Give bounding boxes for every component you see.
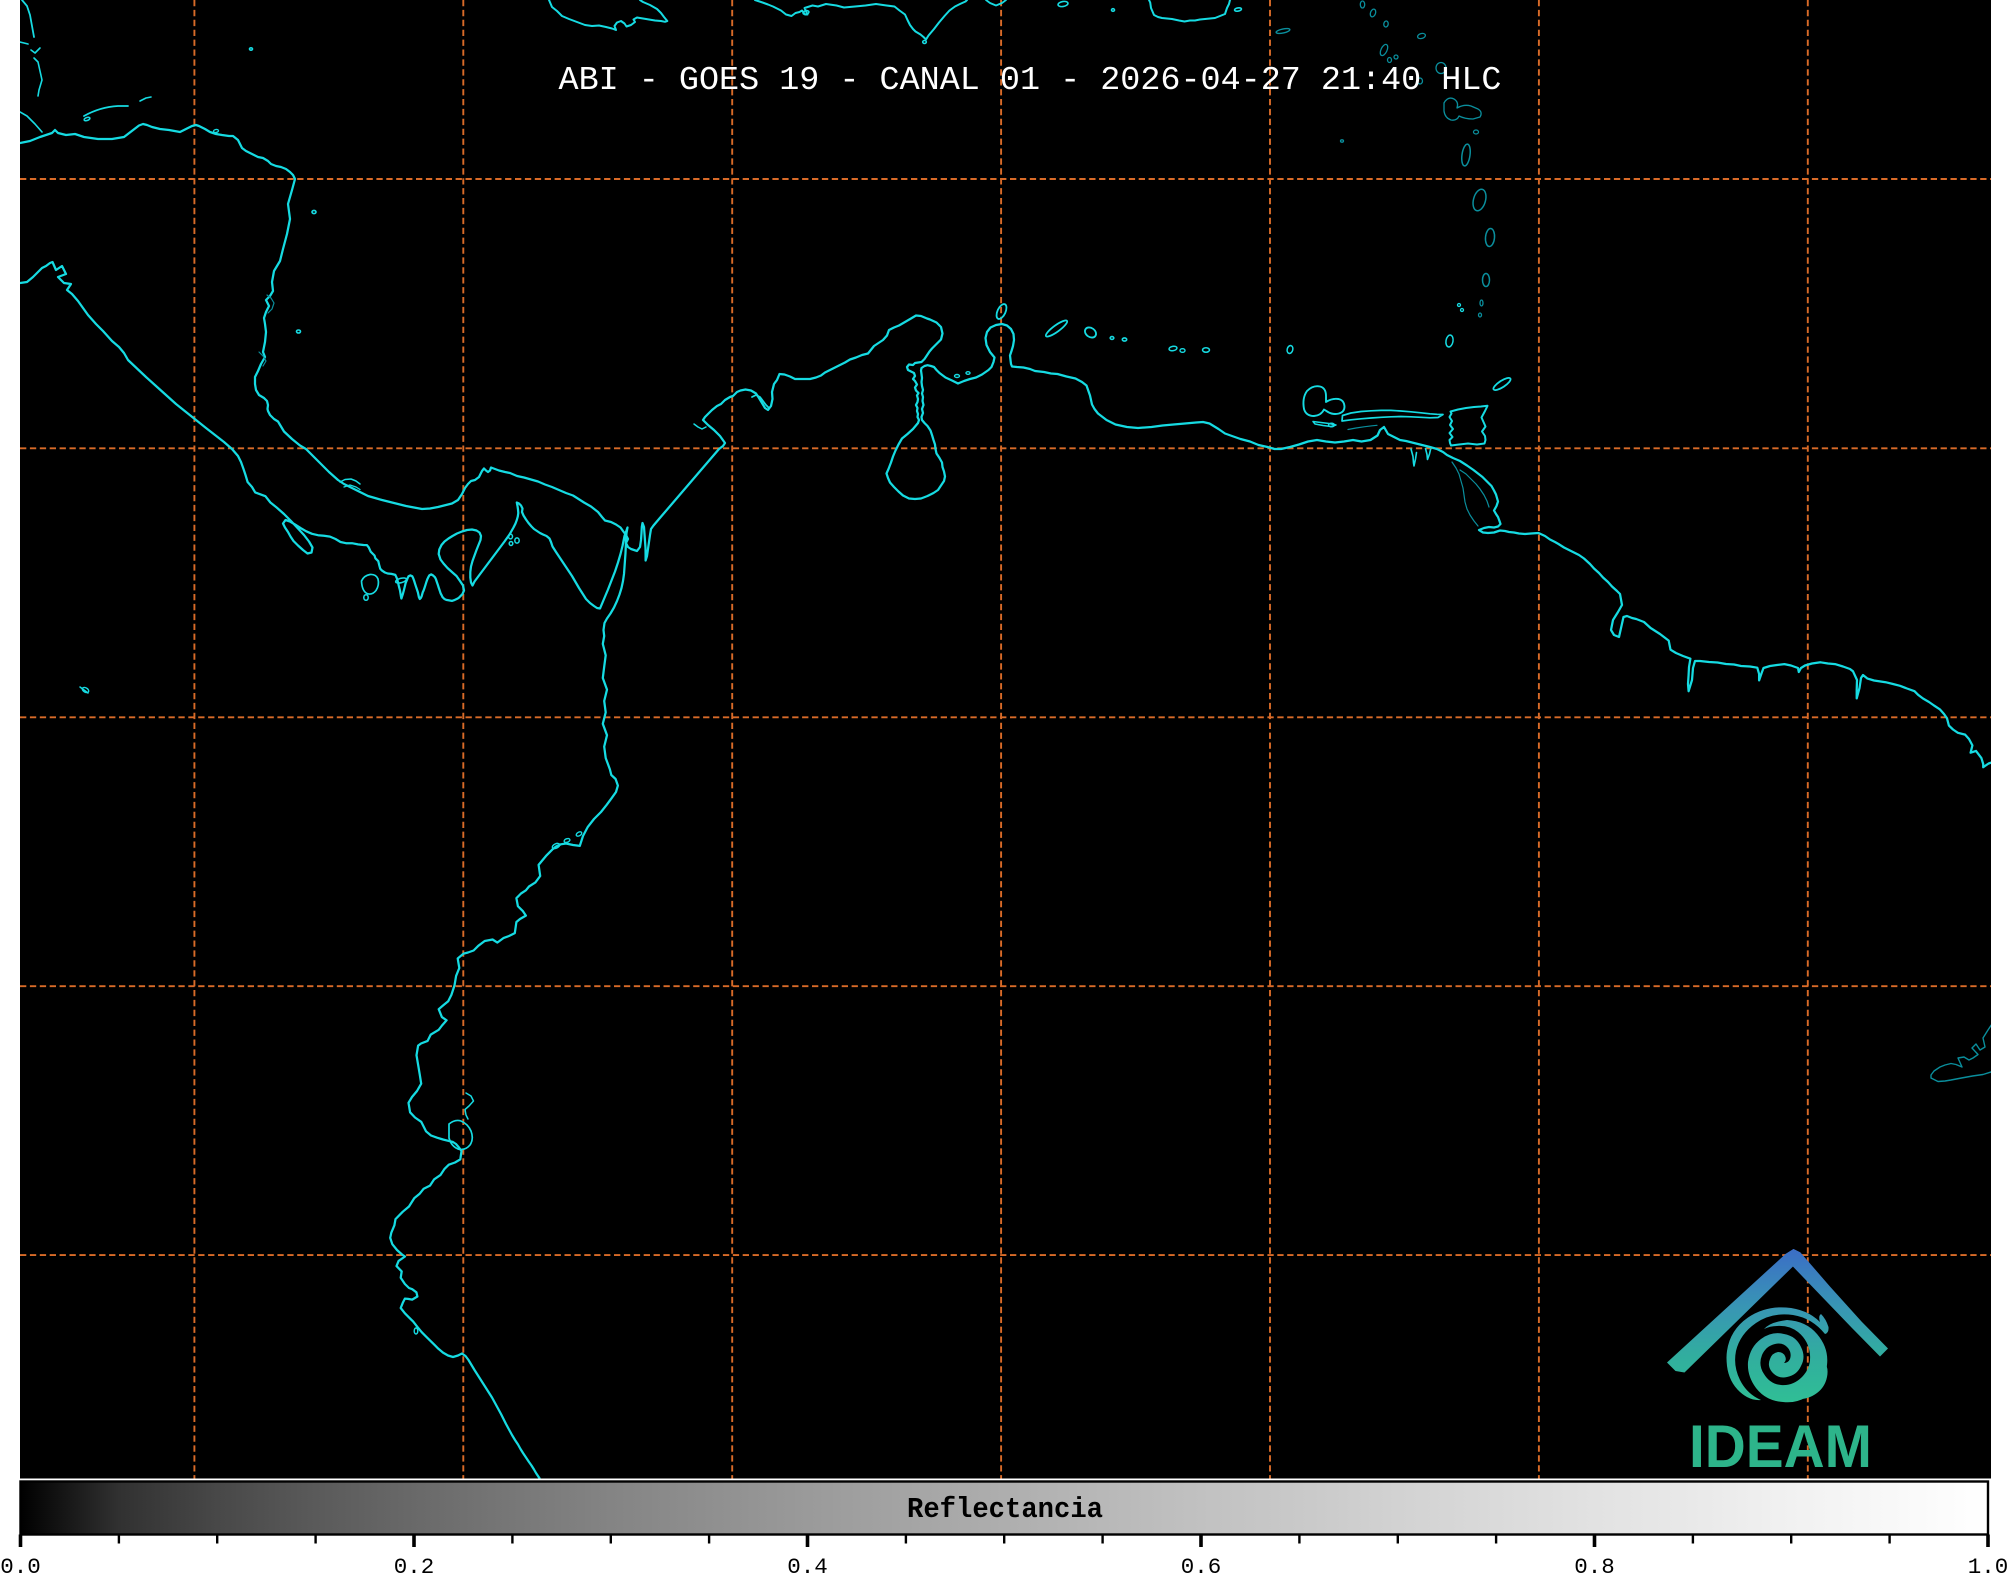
svg-text:0.0: 0.0 (0, 1554, 41, 1577)
svg-text:IDEAM: IDEAM (1689, 1413, 1872, 1480)
svg-text:Reflectancia: Reflectancia (907, 1493, 1103, 1526)
svg-text:0.6: 0.6 (1181, 1554, 1222, 1577)
svg-text:0.4: 0.4 (787, 1554, 828, 1577)
svg-text:0.2: 0.2 (394, 1554, 435, 1577)
svg-text:ABI - GOES 19 - CANAL 01 - 202: ABI - GOES 19 - CANAL 01 - 2026-04-27 21… (559, 62, 1502, 100)
svg-text:0.8: 0.8 (1574, 1554, 1615, 1577)
svg-text:1.0: 1.0 (1968, 1554, 2009, 1577)
